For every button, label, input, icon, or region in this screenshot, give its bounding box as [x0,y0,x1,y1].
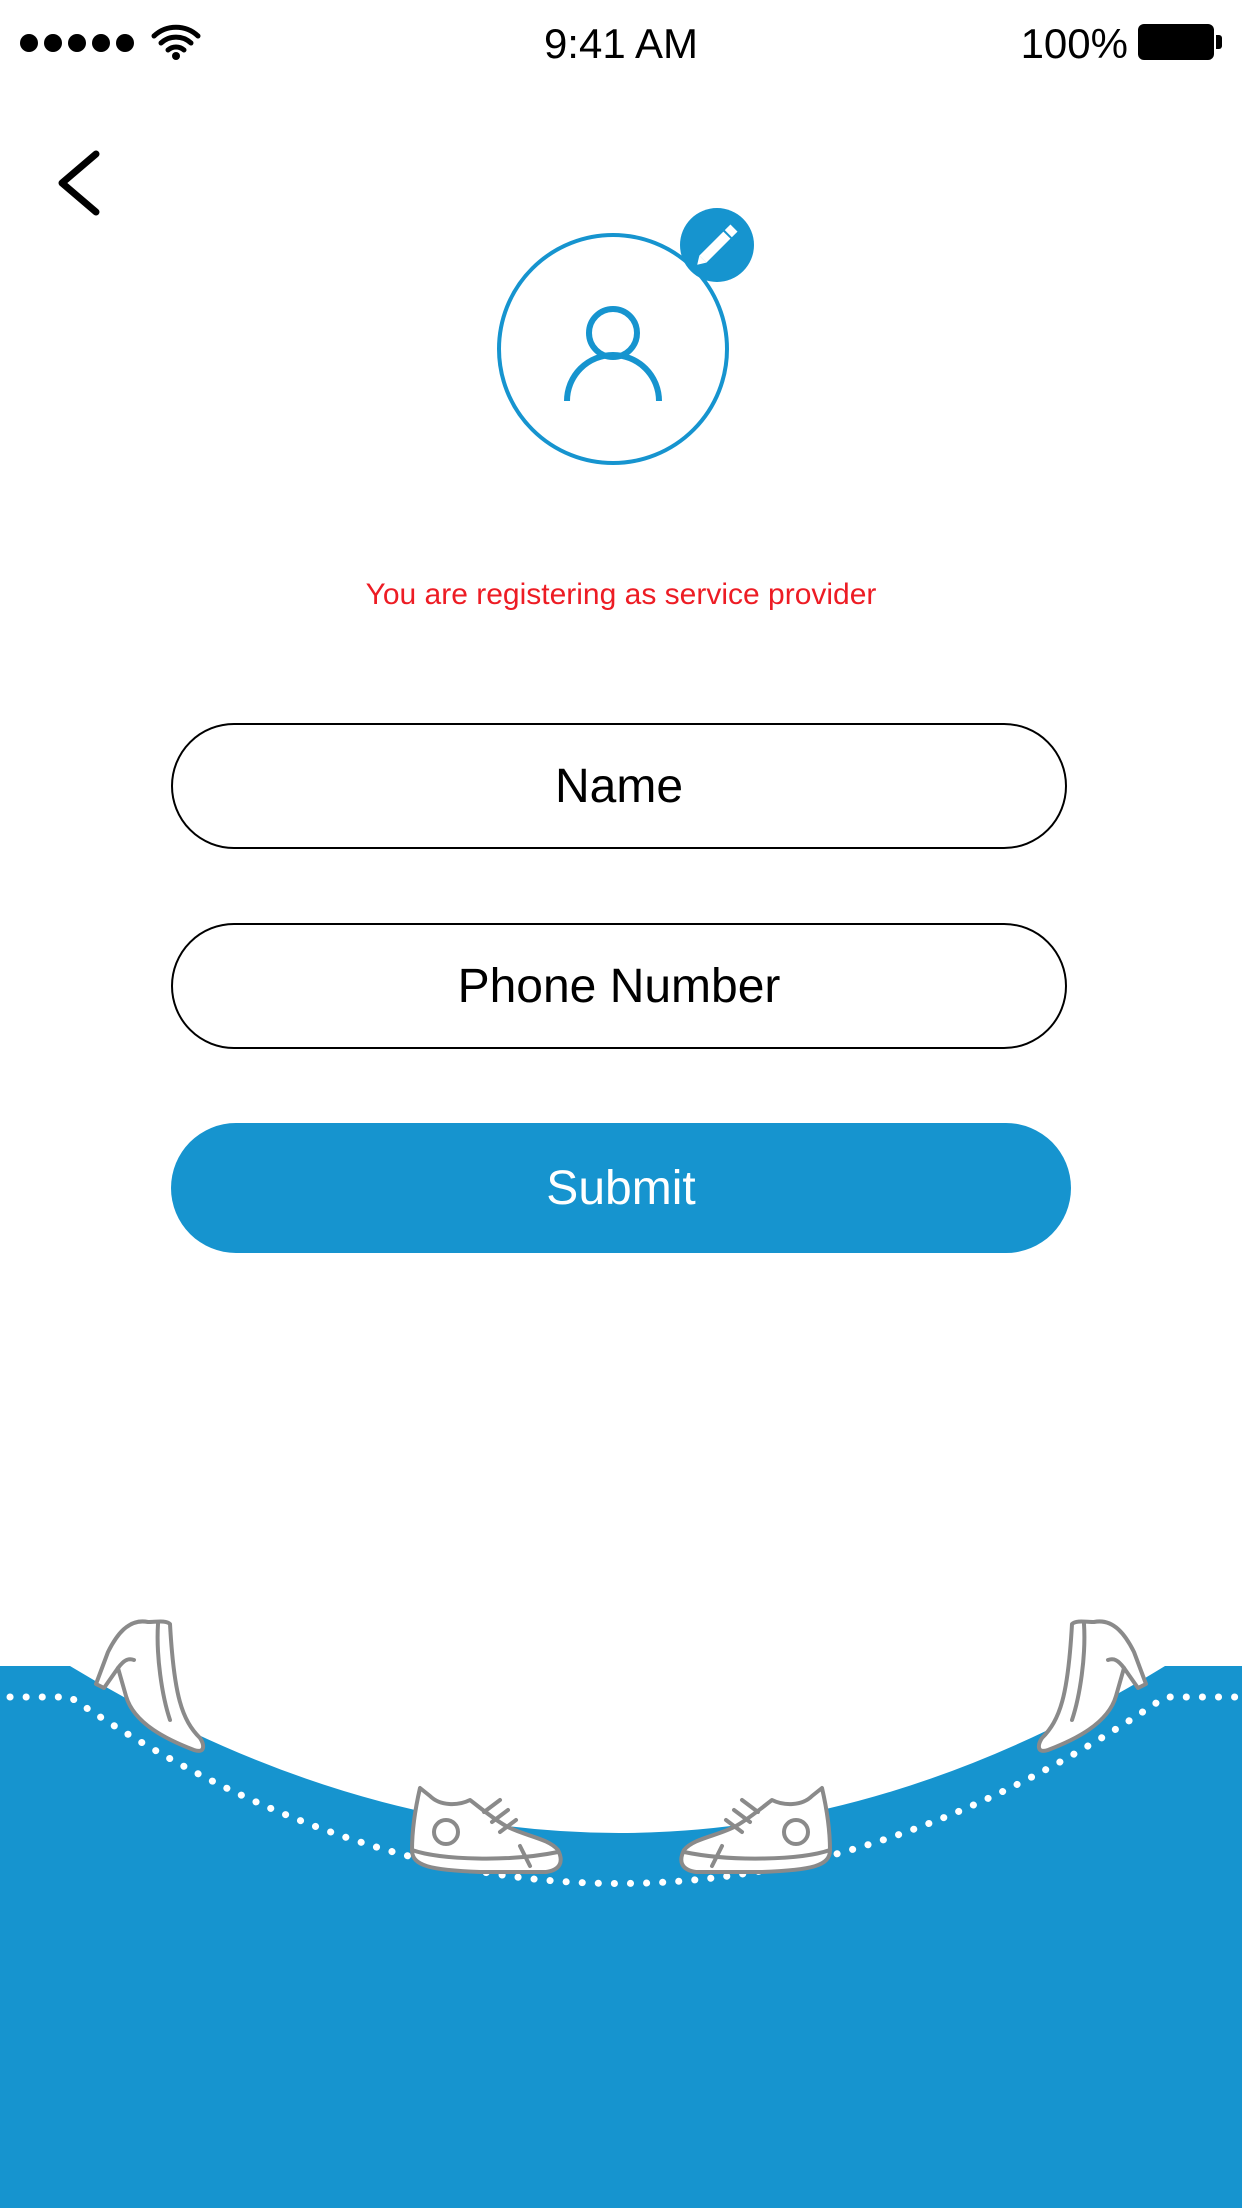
status-bar: 9:41 AM 100% [0,0,1242,86]
submit-label: Submit [546,1161,696,1215]
pencil-icon [697,224,738,265]
chevron-left-icon [58,150,100,216]
battery-percent: 100% [1020,20,1128,67]
registration-notice: You are registering as service provider [365,578,877,611]
back-button[interactable] [52,148,112,218]
bottom-decoration [0,1619,1242,2208]
edit-avatar-button[interactable] [680,208,754,282]
submit-button[interactable]: Submit [171,1123,1071,1253]
name-field[interactable]: Name [171,723,1067,849]
battery-icon [1138,24,1222,60]
name-placeholder: Name [554,759,684,813]
phone-number-field[interactable]: Phone Number [171,923,1067,1049]
phone-placeholder: Phone Number [457,959,781,1013]
